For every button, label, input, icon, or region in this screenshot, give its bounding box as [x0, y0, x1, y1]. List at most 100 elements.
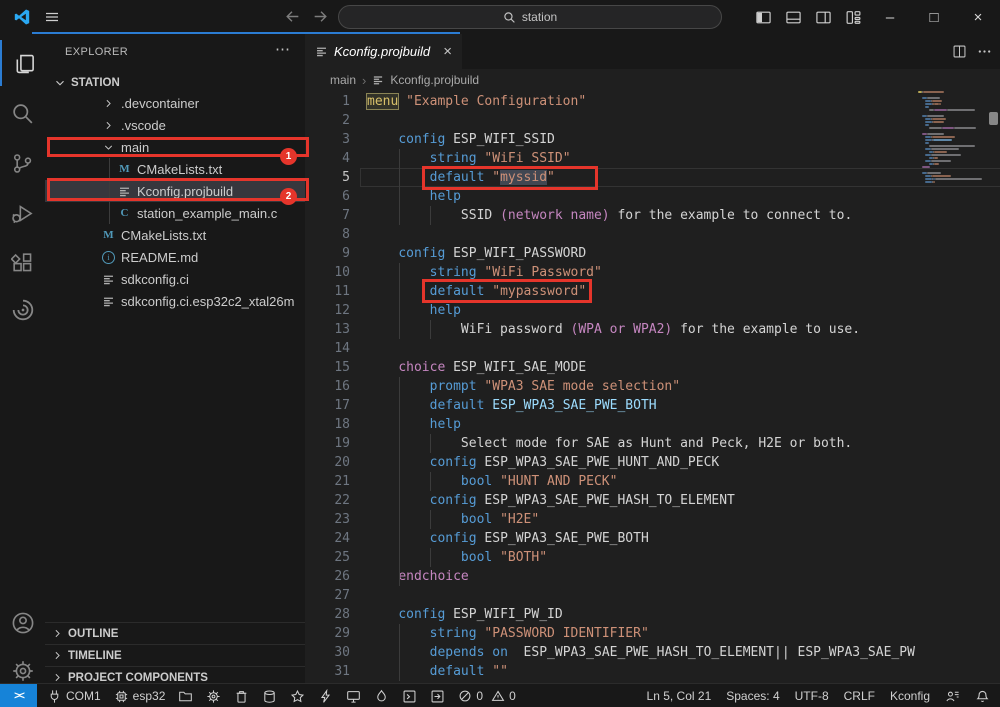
panel-timeline[interactable]: TIMELINE: [45, 644, 305, 666]
code-line-24: config ESP_WPA3_SAE_PWE_BOTH: [367, 529, 649, 548]
window-maximize-button[interactable]: □: [912, 0, 956, 34]
statusbar-display-button[interactable]: [346, 689, 361, 704]
statusbar-chip-esp32-button[interactable]: esp32: [114, 689, 166, 704]
sidebar-item-kconfig-projbuild[interactable]: Kconfig.projbuild: [45, 180, 305, 202]
minimap-line-fragment: [925, 103, 931, 105]
sidebar-item-cmakelists-txt[interactable]: MCMakeLists.txt: [45, 224, 305, 246]
feedback-icon[interactable]: [945, 689, 960, 704]
nav-forward-icon[interactable]: [312, 8, 329, 25]
statusbar-flame-button[interactable]: [374, 689, 389, 704]
statusbar-star-button[interactable]: [290, 689, 305, 704]
workspace-root-row[interactable]: STATION: [53, 72, 305, 94]
statusbar-terminal-button[interactable]: [402, 689, 417, 704]
customize-layout-icon[interactable]: [838, 0, 868, 34]
statusbar-export-button[interactable]: [430, 689, 445, 704]
code-line-26: endchoice: [367, 567, 469, 586]
scrollbar-thumb[interactable]: [989, 112, 998, 125]
minimap-line-fragment: [925, 178, 931, 180]
indent-guide: [430, 510, 431, 529]
statusbar-trash-button[interactable]: [234, 689, 249, 704]
remote-indicator[interactable]: ><: [0, 684, 37, 707]
menu-hamburger-icon[interactable]: [44, 9, 60, 25]
errors-icon: [458, 689, 472, 703]
window-minimize-button[interactable]: –: [868, 0, 912, 34]
line-number: 3: [305, 130, 350, 149]
tab-kconfig-projbuild[interactable]: Kconfig.projbuild ×: [305, 34, 462, 69]
minimap-line-fragment: [925, 106, 929, 108]
tab-label: Kconfig.projbuild: [334, 44, 430, 59]
toggle-secondary-sidebar-icon[interactable]: [808, 0, 838, 34]
sidebar-item--devcontainer[interactable]: .devcontainer: [45, 92, 305, 114]
toggle-primary-sidebar-icon[interactable]: [748, 0, 778, 34]
statusbar-kconfig[interactable]: Kconfig: [890, 689, 930, 703]
statusbar-bolt-button[interactable]: [318, 689, 333, 704]
minimap[interactable]: [918, 91, 984, 391]
sidebar-item-sdkconfig-ci[interactable]: sdkconfig.ci: [45, 268, 305, 290]
statusbar-ln-5-col-21[interactable]: Ln 5, Col 21: [647, 689, 712, 703]
chevron-right-icon: [101, 97, 116, 110]
tree-item-label: Kconfig.projbuild: [137, 184, 233, 199]
bell-icon[interactable]: [975, 689, 990, 704]
code-line-4: string "WiFi SSID": [367, 149, 571, 168]
line-number: 23: [305, 510, 350, 529]
breadcrumb-separator: ›: [362, 73, 366, 88]
editor-more-actions-icon[interactable]: [977, 44, 992, 59]
problems-indicator[interactable]: 0 0: [458, 689, 515, 703]
espressif-idf-icon[interactable]: [0, 287, 45, 333]
statusbar-crlf[interactable]: CRLF: [844, 689, 875, 703]
config-file-icon: [117, 185, 132, 198]
toggle-panel-icon[interactable]: [778, 0, 808, 34]
line-number: 5: [305, 168, 350, 187]
database-icon: [262, 689, 277, 704]
tab-close-icon[interactable]: ×: [443, 43, 452, 60]
title-bar: station – □ ×: [0, 0, 1000, 35]
explorer-more-actions-icon[interactable]: ⋯: [275, 40, 291, 58]
search-icon: [503, 11, 516, 24]
search-sidebar-icon[interactable]: [0, 90, 45, 136]
split-editor-icon[interactable]: [952, 44, 967, 59]
editor-tab-bar: Kconfig.projbuild ×: [305, 34, 1000, 69]
sidebar-item-cmakelists-txt[interactable]: MCMakeLists.txt: [45, 158, 305, 180]
code-line-9: config ESP_WIFI_PASSWORD: [367, 244, 586, 263]
statusbar-plug-com1-button[interactable]: COM1: [47, 689, 101, 704]
panel-project-components[interactable]: PROJECT COMPONENTS: [45, 666, 305, 683]
breadcrumb-file[interactable]: Kconfig.projbuild: [390, 73, 479, 87]
code-line-7: SSID (network name) for the example to c…: [367, 206, 852, 225]
breadcrumb-folder[interactable]: main: [330, 73, 356, 87]
source-control-icon[interactable]: [0, 140, 45, 186]
minimap-line-fragment: [925, 142, 929, 144]
sidebar-item-sdkconfig-ci-esp32c2-xtal26m[interactable]: sdkconfig.ci.esp32c2_xtal26m: [45, 290, 305, 312]
explorer-icon[interactable]: [0, 40, 47, 86]
nav-back-icon[interactable]: [284, 8, 301, 25]
export-icon: [430, 689, 445, 704]
breadcrumb: main › Kconfig.projbuild: [305, 69, 1000, 91]
line-number: 4: [305, 149, 350, 168]
line-number: 9: [305, 244, 350, 263]
sidebar-item-readme-md[interactable]: iREADME.md: [45, 246, 305, 268]
minimap-line-fragment: [934, 109, 947, 111]
minimap-line-fragment: [929, 127, 942, 129]
run-debug-icon[interactable]: [0, 190, 45, 236]
statusbar-spaces-4[interactable]: Spaces: 4: [726, 689, 779, 703]
extensions-icon[interactable]: [0, 239, 45, 285]
indent-guide: [430, 548, 431, 567]
code-editor[interactable]: 1234567891011121314151617181920212223242…: [305, 91, 1000, 683]
minimap-line-fragment: [932, 100, 942, 102]
window-close-button[interactable]: ×: [956, 0, 1000, 34]
line-number: 22: [305, 491, 350, 510]
code-line-18: help: [367, 415, 461, 434]
sidebar-item--vscode[interactable]: .vscode: [45, 114, 305, 136]
statusbar-folder-button[interactable]: [178, 689, 193, 704]
statusbar-utf-8[interactable]: UTF-8: [795, 689, 829, 703]
sidebar-item-station-example-main-c[interactable]: Cstation_example_main.c: [45, 202, 305, 224]
statusbar-database-button[interactable]: [262, 689, 277, 704]
warnings-icon: [491, 689, 505, 703]
sidebar-item-main[interactable]: main: [45, 136, 305, 158]
config-file-icon: [101, 295, 116, 308]
command-center-search[interactable]: station: [338, 5, 722, 29]
line-number: 15: [305, 358, 350, 377]
account-icon[interactable]: [0, 600, 45, 646]
panel-outline[interactable]: OUTLINE: [45, 622, 305, 644]
statusbar-gear-button[interactable]: [206, 689, 221, 704]
warnings-count: 0: [509, 689, 516, 703]
